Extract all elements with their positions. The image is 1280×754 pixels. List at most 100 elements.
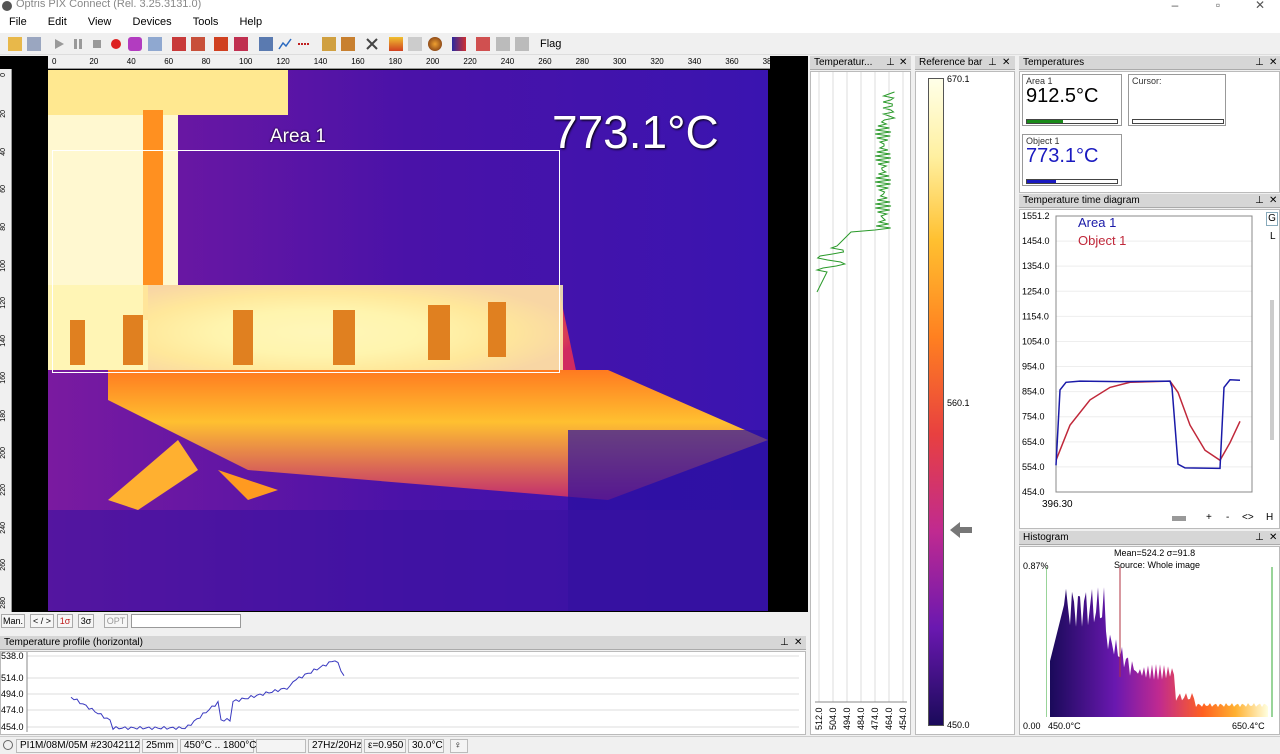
temperatures-title: Temperatures [1023, 57, 1085, 68]
stop-icon[interactable] [90, 37, 104, 51]
lightbulb-icon[interactable]: ♀ [450, 739, 468, 753]
close-icon[interactable]: ✕ [899, 56, 907, 69]
app-icon [2, 1, 12, 11]
menu-edit[interactable]: Edit [39, 14, 76, 30]
menu-tools[interactable]: Tools [184, 14, 228, 30]
opt-button[interactable]: OPT [104, 614, 128, 628]
ruler-tick: 360 [725, 57, 739, 66]
ruler-tick: 260 [538, 57, 552, 66]
line-profile-icon[interactable] [297, 37, 311, 51]
graph-mode-g-button[interactable]: G [1266, 212, 1278, 226]
time-y-tick: 854.0 [1022, 387, 1045, 397]
status-device: PI1M/08M/05M #23042112 [16, 739, 140, 753]
object-1-box[interactable]: Object 1 773.1°C [1022, 134, 1122, 186]
chart-icon[interactable] [278, 37, 292, 51]
pin-icon[interactable]: ⊥ [988, 56, 997, 69]
tool-icon-b[interactable] [515, 37, 529, 51]
menu-view[interactable]: View [79, 14, 121, 30]
pin-icon[interactable]: ⊥ [1255, 56, 1264, 69]
export-icon[interactable] [259, 37, 273, 51]
menu-help[interactable]: Help [230, 14, 271, 30]
manual-button[interactable]: Man. [1, 614, 25, 628]
measure-icon-2[interactable] [341, 37, 355, 51]
one-sigma-button[interactable]: 1σ [57, 614, 73, 628]
close-icon[interactable]: ✕ [794, 636, 802, 649]
menu-file[interactable]: File [0, 14, 36, 30]
status-range[interactable]: 450°C .. 1800°C [180, 739, 257, 753]
graph-mode-l-button[interactable]: L [1270, 231, 1276, 242]
ruler-tick: 300 [613, 57, 627, 66]
ruler-tick: 260 [0, 559, 7, 571]
ruler-tick: 140 [0, 334, 7, 347]
layout-icon-3[interactable] [214, 37, 228, 51]
time-y-tick: 1154.0 [1022, 311, 1049, 321]
ruler-tick: 120 [276, 57, 290, 66]
zoom-out-button[interactable]: - [1226, 512, 1229, 523]
range-slider[interactable] [131, 614, 241, 628]
ruler-tick: 220 [0, 484, 7, 497]
camera-icon[interactable] [128, 37, 142, 51]
pin-icon[interactable]: ⊥ [1255, 531, 1264, 544]
layout-icon-4[interactable] [234, 37, 248, 51]
hold-button[interactable]: H [1266, 512, 1273, 523]
status-emissivity[interactable]: ε=0.950 [364, 739, 406, 753]
window-title: Optris PIX Connect (Rel. 3.25.3131.0) [16, 0, 202, 10]
cursor-box[interactable]: Cursor: [1128, 74, 1226, 126]
save-icon[interactable] [27, 37, 41, 51]
status-bar: PI1M/08M/05M #23042112 25mm 450°C .. 180… [0, 736, 1280, 754]
zoom-bar[interactable] [1172, 516, 1186, 521]
close-icon[interactable]: ✕ [1269, 194, 1277, 207]
snapshot-icon[interactable] [148, 37, 162, 51]
close-window-button[interactable]: ✕ [1245, 0, 1275, 12]
ruler-tick: 80 [201, 57, 211, 66]
alarm-icon[interactable] [476, 37, 490, 51]
palette-icon[interactable] [389, 37, 403, 51]
ref-mid: 560.1 [947, 398, 970, 408]
time-diagram-scrollbar[interactable] [1270, 300, 1274, 440]
zoom-in-button[interactable]: + [1206, 512, 1212, 523]
connection-icon [3, 740, 13, 750]
play-icon[interactable] [52, 37, 66, 51]
pin-icon[interactable]: ⊥ [1255, 194, 1264, 207]
flag-button[interactable]: Flag [540, 38, 561, 50]
ruler-tick: 120 [0, 297, 7, 310]
close-icon[interactable]: ✕ [1002, 56, 1010, 69]
close-icon[interactable]: ✕ [1269, 531, 1277, 544]
status-ambient[interactable]: 30.0°C [408, 739, 444, 753]
time-y-tick: 1354.0 [1022, 261, 1050, 271]
tools-icon[interactable] [365, 37, 379, 51]
reference-bar-title: Reference bar [919, 57, 983, 68]
fit-button[interactable]: <> [1242, 512, 1254, 523]
close-icon[interactable]: ✕ [1269, 56, 1277, 69]
image-view[interactable]: 0 20 40 60 80 100 120 140 160 180 200 220 240 260 280 3… [0, 56, 808, 612]
pin-icon[interactable]: ⊥ [780, 636, 789, 649]
three-sigma-button[interactable]: 3σ [78, 614, 94, 628]
layout-icon-1[interactable] [172, 37, 186, 51]
color-scale [928, 78, 944, 726]
align-icon[interactable] [408, 37, 422, 51]
time-y-tick: 954.0 [1022, 362, 1045, 372]
layout-icon-2[interactable] [191, 37, 205, 51]
focus-icon[interactable] [428, 37, 442, 51]
area-1-level-bar [1026, 119, 1118, 124]
open-folder-icon[interactable] [8, 37, 22, 51]
profile-h-tick: 494.0 [1, 689, 24, 699]
color-palette-icon[interactable] [452, 37, 466, 51]
tool-icon-a[interactable] [496, 37, 510, 51]
series-object-1 [1055, 380, 1241, 462]
histogram-x-min: 450.0°C [1048, 721, 1081, 731]
record-icon[interactable] [109, 37, 123, 51]
arrows-button[interactable]: < / > [30, 614, 54, 628]
thermal-image[interactable]: Area 1 773.1°C [48, 70, 768, 611]
area-1-rectangle[interactable] [52, 150, 560, 373]
pause-icon[interactable] [71, 37, 85, 51]
minimize-button[interactable]: – [1160, 0, 1190, 12]
pin-icon[interactable]: ⊥ [886, 56, 895, 69]
measure-icon-1[interactable] [322, 37, 336, 51]
status-lens[interactable]: 25mm [142, 739, 178, 753]
profile-v-tick: 464.0 [884, 707, 894, 730]
menu-devices[interactable]: Devices [124, 14, 181, 30]
area-1-box[interactable]: Area 1 912.5°C [1022, 74, 1122, 126]
maximize-button[interactable]: ▫ [1203, 0, 1233, 12]
ruler-tick: 160 [351, 57, 365, 66]
